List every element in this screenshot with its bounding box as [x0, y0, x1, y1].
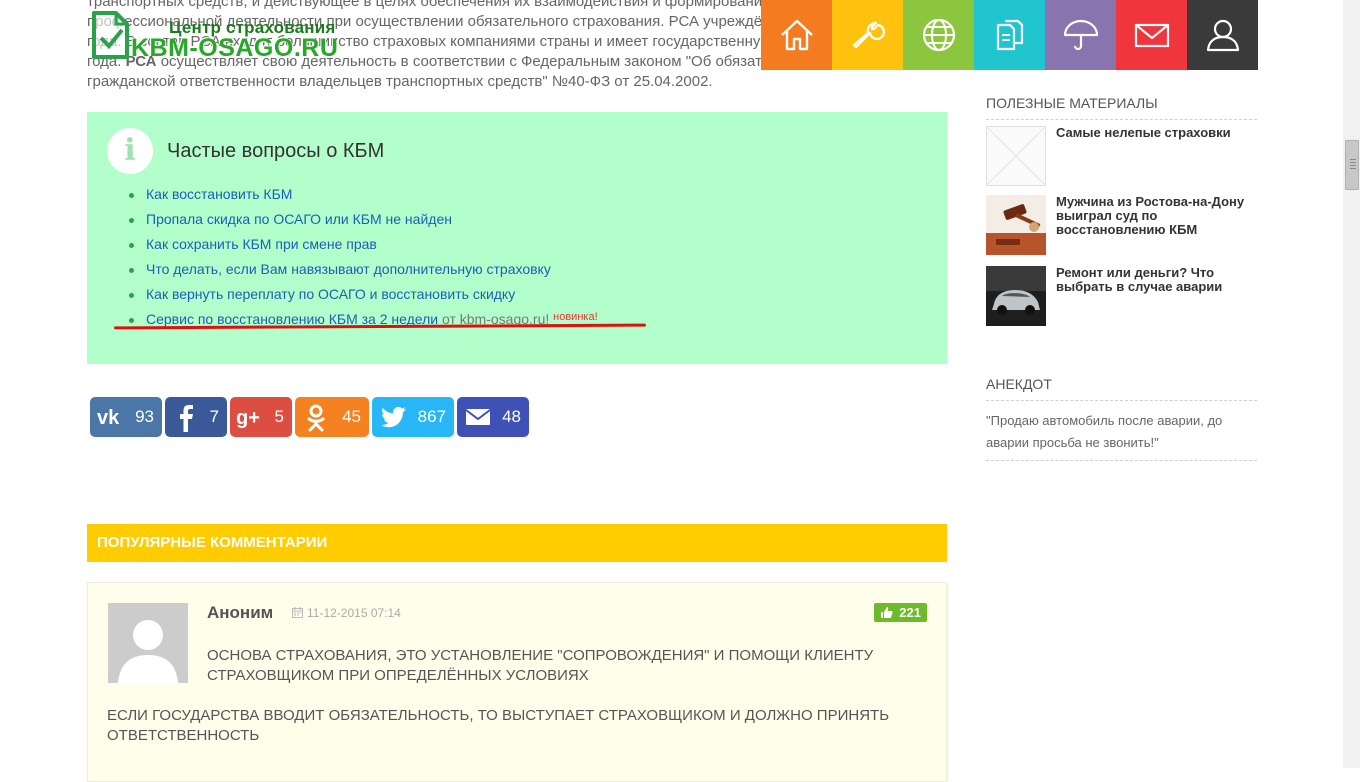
svg-text:vk: vk [97, 407, 120, 429]
faq-item[interactable]: Пропала скидка по ОСАГО или КБМ не найде… [129, 207, 598, 232]
user-icon [1206, 19, 1239, 52]
twitter-icon [381, 406, 406, 428]
faq-box: i Частые вопросы о КБМ Как восстановить … [87, 112, 947, 364]
sidebar-item-title[interactable]: Ремонт или деньги? Что выбрать в случае … [1056, 266, 1246, 294]
share-count: 867 [417, 407, 446, 426]
scrollbar-grip [1350, 159, 1356, 160]
like-count: 221 [899, 605, 921, 620]
faq-link[interactable]: Пропала скидка по ОСАГО или КБМ не найде… [146, 211, 452, 227]
nav-tools[interactable] [832, 0, 903, 70]
faq-item[interactable]: Как восстановить КБМ [129, 182, 598, 207]
thumbs-up-icon [881, 607, 893, 618]
svg-text:g+: g+ [236, 407, 260, 429]
scrollbar-grip [1350, 168, 1356, 169]
share-count: 48 [502, 407, 521, 426]
placeholder-thumbnail [986, 126, 1046, 186]
sidebar-item-title[interactable]: Самые нелепые страховки [1056, 126, 1246, 140]
comment-date-text: 11-12-2015 07:14 [307, 606, 401, 620]
avatar [108, 603, 188, 683]
image-placeholder-icon [986, 126, 1046, 186]
faq-link[interactable]: Как восстановить КБМ [146, 186, 292, 202]
nav-web[interactable] [903, 0, 974, 70]
nav-home[interactable] [761, 0, 832, 70]
useful-materials-title: ПОЛЕЗНЫЕ МАТЕРИАЛЫ [986, 95, 1257, 120]
article-line: гражданской ответственности владельцев т… [87, 73, 713, 90]
faq-item[interactable]: Что делать, если Вам навязывают дополнит… [129, 257, 598, 282]
faq-title: Частые вопросы о КБМ [167, 140, 385, 162]
email-icon [465, 409, 491, 425]
globe-icon [922, 18, 955, 52]
logo-document-icon [92, 11, 129, 59]
umbrella-icon [1063, 19, 1098, 51]
top-nav [761, 0, 1258, 70]
share-googleplus-button[interactable]: g+ 5 [230, 397, 292, 437]
comment-card: Аноним 11-12-2015 07:14 221 ОСНОВА СТРАХ… [87, 582, 947, 782]
comment-author[interactable]: Аноним [207, 603, 273, 623]
faq-link[interactable]: Что делать, если Вам навязывают дополнит… [146, 261, 551, 277]
share-buttons: vk 93 7 g+ 5 45 867 48 [90, 397, 529, 437]
facebook-icon [180, 405, 193, 432]
car-image [986, 266, 1046, 326]
default-avatar-icon [118, 620, 178, 683]
comment-text: ЕСЛИ ГОСУДАРСТВА ВВОДИТ ОБЯЗАТЕЛЬНОСТЬ, … [107, 707, 890, 744]
share-vk-button[interactable]: vk 93 [90, 397, 162, 437]
scrollbar-grip [1350, 165, 1356, 166]
odnoklassniki-icon [307, 404, 325, 432]
info-glyph: i [124, 133, 136, 168]
comment-text: ОСНОВА СТРАХОВАНИЯ, ЭТО УСТАНОВЛЕНИЕ "СО… [207, 647, 874, 684]
nav-mail[interactable] [1116, 0, 1187, 70]
joke-title: АНЕКДОТ [986, 376, 1257, 401]
share-count: 5 [274, 407, 284, 426]
sidebar-item[interactable]: Ремонт или деньги? Что выбрать в случае … [986, 266, 1257, 326]
share-count: 7 [209, 407, 219, 426]
faq-list: Как восстановить КБМ Пропала скидка по О… [127, 182, 598, 334]
scrollbar-thumb[interactable] [1345, 140, 1359, 190]
share-email-button[interactable]: 48 [457, 397, 529, 437]
share-odnoklassniki-button[interactable]: 45 [295, 397, 369, 437]
site-logo[interactable]: Центр страхования KBM-OSAGO.RU [91, 8, 341, 64]
car-thumbnail [986, 266, 1046, 326]
like-button[interactable]: 221 [874, 603, 927, 622]
nav-insurance[interactable] [1045, 0, 1116, 70]
page-scrollbar[interactable] [1343, 0, 1360, 768]
new-badge: новинка! [553, 311, 598, 323]
sidebar-item[interactable]: Мужчина из Ростова-на-Дону выиграл суд п… [986, 195, 1257, 255]
sidebar-item-title[interactable]: Мужчина из Ростова-на-Дону выиграл суд п… [1056, 195, 1246, 237]
share-twitter-button[interactable]: 867 [372, 397, 454, 437]
documents-icon [996, 19, 1023, 51]
comment-date: 11-12-2015 07:14 [292, 606, 401, 620]
faq-item-service[interactable]: Сервис по восстановлению КБМ за 2 недели… [129, 307, 598, 334]
calendar-icon [292, 607, 303, 618]
faq-item[interactable]: Как вернуть переплату по ОСАГО и восстан… [129, 282, 598, 307]
mail-icon [1134, 23, 1169, 48]
home-icon [780, 19, 813, 51]
info-icon: i [107, 128, 153, 174]
faq-link[interactable]: Как вернуть переплату по ОСАГО и восстан… [146, 286, 515, 302]
nav-docs[interactable] [974, 0, 1045, 70]
nav-user[interactable] [1187, 0, 1258, 70]
faq-link[interactable]: Как сохранить КБМ при смене прав [146, 236, 377, 252]
sidebar-item[interactable]: Самые нелепые страховки [986, 126, 1257, 186]
share-facebook-button[interactable]: 7 [165, 397, 227, 437]
vk-icon: vk [97, 407, 120, 429]
gavel-image [986, 195, 1046, 255]
share-count: 45 [342, 407, 361, 426]
logo-domain: KBM-OSAGO.RU [131, 34, 339, 62]
court-thumbnail [986, 195, 1046, 255]
wrench-icon [852, 21, 885, 49]
popular-comments-header: ПОПУЛЯРНЫЕ КОММЕНТАРИИ [87, 524, 947, 562]
share-count: 93 [135, 407, 154, 426]
scrollbar-grip [1350, 162, 1356, 163]
googleplus-icon: g+ [236, 407, 260, 429]
faq-item[interactable]: Как сохранить КБМ при смене прав [129, 232, 598, 257]
joke-text: "Продаю автомобиль после аварии, до авар… [986, 410, 1257, 461]
